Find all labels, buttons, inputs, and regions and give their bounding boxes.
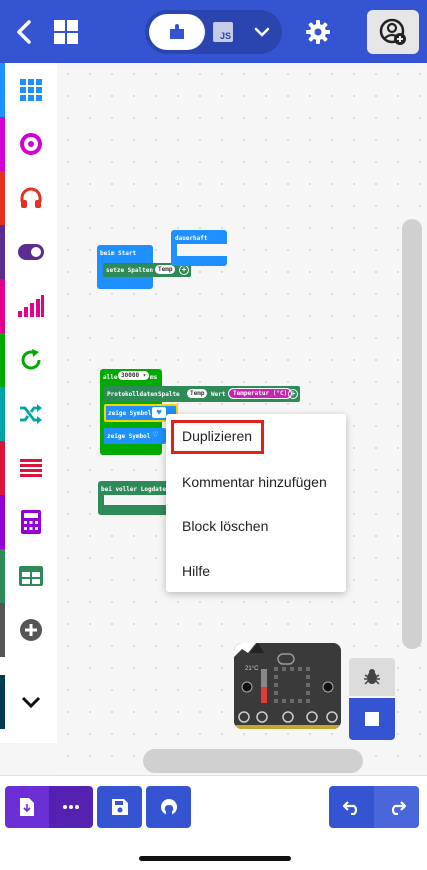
category-variables[interactable] xyxy=(0,441,57,495)
column-name-pill[interactable]: Temp xyxy=(187,389,208,398)
column-label: Spalte xyxy=(158,391,180,398)
language-dropdown-button[interactable] xyxy=(245,14,279,50)
redo-button[interactable] xyxy=(374,786,419,828)
loop-icon xyxy=(21,349,41,370)
account-add-icon xyxy=(379,18,406,45)
temp-column-pill[interactable]: Temp xyxy=(155,265,176,274)
category-input[interactable] xyxy=(0,117,57,171)
every-label: alle xyxy=(103,374,118,381)
chevron-left-icon xyxy=(17,20,31,44)
stop-icon xyxy=(365,712,379,726)
toolbox xyxy=(0,63,57,743)
set-columns-label: setze Spalten xyxy=(106,267,153,274)
horizontal-scrollbar[interactable] xyxy=(143,749,363,773)
log-full-label: bei voller Logdatei xyxy=(101,486,170,493)
category-loops[interactable] xyxy=(0,333,57,387)
temperature-sensor-pill[interactable]: Temperatur (°C) xyxy=(228,388,293,399)
puzzle-icon xyxy=(170,24,184,39)
microbit-board xyxy=(234,643,341,729)
account-button[interactable] xyxy=(367,10,419,54)
save-button[interactable] xyxy=(97,786,142,828)
value-label: Wert xyxy=(211,391,226,398)
blocks-editor-button[interactable] xyxy=(149,14,205,50)
on-log-full-block[interactable]: bei voller Logdatei xyxy=(98,481,170,515)
editor-toggle: JS xyxy=(145,10,282,54)
category-advanced[interactable] xyxy=(0,675,57,729)
highlight-box xyxy=(171,420,264,454)
settings-button[interactable] xyxy=(300,14,336,50)
chevron-down-icon xyxy=(21,696,41,708)
log-data-label: Protokolldaten xyxy=(107,391,158,398)
table-icon xyxy=(19,566,43,586)
category-music[interactable] xyxy=(0,171,57,225)
redo-icon xyxy=(391,801,406,815)
calculator-icon xyxy=(21,510,41,534)
menu-item-add-comment[interactable]: Kommentar hinzufügen xyxy=(182,474,327,490)
header-bar: JS xyxy=(0,0,427,63)
ellipsis-icon xyxy=(63,805,79,809)
gear-icon xyxy=(306,20,330,44)
undo-button[interactable] xyxy=(329,786,374,828)
forever-label: dauerhaft xyxy=(175,235,208,242)
circle-icon xyxy=(20,133,42,155)
category-basic[interactable] xyxy=(0,63,57,117)
save-icon xyxy=(111,799,128,815)
list-icon xyxy=(20,459,42,477)
category-math[interactable] xyxy=(0,495,57,549)
bug-icon xyxy=(364,669,380,685)
add-column-icon[interactable]: + xyxy=(179,265,189,275)
plus-circle-icon xyxy=(20,619,42,641)
category-logic[interactable] xyxy=(0,387,57,441)
forever-block[interactable]: dauerhaft xyxy=(171,230,227,266)
heart-icon[interactable]: ♥ xyxy=(152,407,166,418)
log-data-block[interactable]: Protokolldaten Spalte Temp Wert Temperat… xyxy=(104,386,300,402)
shuffle-icon xyxy=(20,404,42,424)
js-icon: JS xyxy=(213,22,233,42)
category-datalogger[interactable] xyxy=(0,549,57,603)
category-led[interactable] xyxy=(0,225,57,279)
show-icon-label: zeige Symbol xyxy=(108,410,152,417)
menu-item-delete-block[interactable]: Block löschen xyxy=(182,518,268,534)
grid-icon xyxy=(54,20,78,44)
add-value-icon[interactable]: + xyxy=(288,389,298,399)
menu-item-help[interactable]: Hilfe xyxy=(182,563,210,579)
headphones-icon xyxy=(20,187,42,208)
chevron-down-icon xyxy=(254,27,270,37)
microbit-simulator[interactable]: 21°C xyxy=(234,643,341,729)
vertical-scrollbar[interactable] xyxy=(402,219,422,649)
download-icon xyxy=(20,798,34,816)
category-extensions[interactable] xyxy=(0,603,57,657)
home-button[interactable] xyxy=(52,18,80,46)
toggle-icon xyxy=(18,244,44,260)
grid-icon xyxy=(20,79,42,101)
on-start-label: beim Start xyxy=(100,250,137,257)
stop-simulator-button[interactable] xyxy=(349,698,395,740)
home-indicator[interactable] xyxy=(139,856,291,861)
more-options-button[interactable] xyxy=(49,786,93,828)
temperature-readout: 21°C xyxy=(245,666,259,672)
signal-icon xyxy=(18,295,44,317)
undo-icon xyxy=(342,801,357,815)
category-radio[interactable] xyxy=(0,279,57,333)
interval-dropdown[interactable]: 30000 ▾ xyxy=(118,371,150,380)
small-heart-icon[interactable]: ♡ xyxy=(153,430,158,439)
download-button[interactable] xyxy=(5,786,49,828)
back-button[interactable] xyxy=(8,14,40,50)
github-button[interactable] xyxy=(146,786,191,828)
javascript-editor-button[interactable]: JS xyxy=(203,14,243,50)
github-icon xyxy=(160,799,177,815)
show-icon-label: zeige Symbol xyxy=(107,433,151,440)
show-icon-block[interactable]: zeige Symbol ♡ xyxy=(104,428,166,444)
ms-label: ms xyxy=(150,374,158,381)
debug-button[interactable] xyxy=(349,658,395,696)
